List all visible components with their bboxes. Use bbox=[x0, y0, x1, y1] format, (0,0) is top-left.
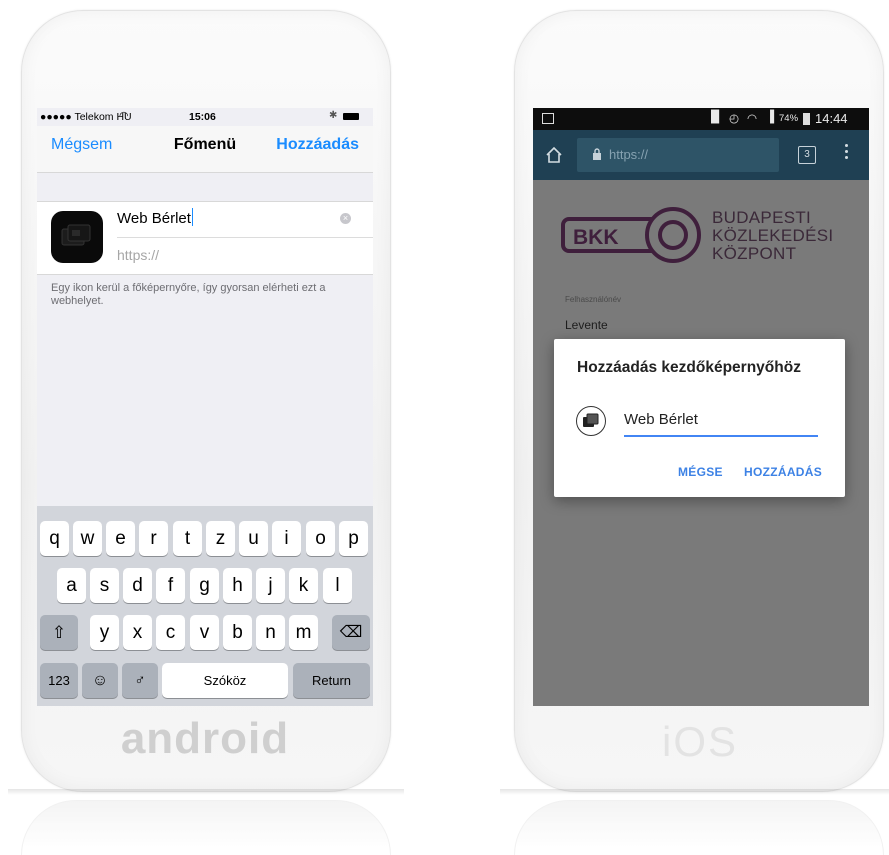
dialog-add-button[interactable]: HOZZÁADÁS bbox=[744, 465, 822, 479]
dialog-title: Hozzáadás kezdőképernyőhöz bbox=[577, 359, 801, 376]
bookmark-name-input[interactable]: Web Bérlet bbox=[117, 208, 194, 227]
input-underline bbox=[624, 435, 818, 437]
app-icon bbox=[51, 211, 103, 263]
help-text: Egy ikon kerül a főképernyőre, így gyors… bbox=[51, 282, 326, 307]
signal-icon: ▐ bbox=[766, 111, 775, 123]
left-phone-reflection bbox=[21, 800, 391, 855]
battery-percent: 74% bbox=[779, 113, 799, 124]
key-h[interactable]: h bbox=[223, 568, 252, 603]
shift-key[interactable]: ⇧ bbox=[40, 615, 78, 650]
emoji-icon: ☺ bbox=[91, 672, 109, 689]
url-field[interactable]: https:// bbox=[117, 247, 159, 263]
key-w[interactable]: w bbox=[73, 521, 102, 556]
vibrate-icon: █ bbox=[711, 111, 720, 123]
key-j[interactable]: j bbox=[256, 568, 285, 603]
alarm-icon: ◴ bbox=[729, 113, 740, 125]
org-line-1: BUDAPESTI bbox=[712, 208, 812, 227]
key-g[interactable]: g bbox=[190, 568, 219, 603]
key-v[interactable]: v bbox=[190, 615, 219, 650]
key-k[interactable]: k bbox=[289, 568, 318, 603]
status-time: 15:06 bbox=[189, 111, 216, 123]
left-phone-shadow bbox=[8, 789, 404, 795]
right-phone-reflection bbox=[514, 800, 884, 855]
key-x[interactable]: x bbox=[123, 615, 152, 650]
key-u[interactable]: u bbox=[239, 521, 268, 556]
right-phone-shadow bbox=[500, 789, 889, 795]
add-button[interactable]: Hozzáadás bbox=[276, 136, 359, 154]
bookmark-card: Web Bérlet × https:// bbox=[37, 201, 373, 275]
overflow-menu-icon[interactable] bbox=[845, 144, 848, 162]
field-divider bbox=[117, 237, 373, 238]
key-m[interactable]: m bbox=[289, 615, 318, 650]
org-name: BUDAPESTI KÖZLEKEDÉSI KÖZPONT bbox=[712, 209, 833, 263]
wifi-icon: ◠ bbox=[119, 110, 129, 122]
key-q[interactable]: q bbox=[40, 521, 69, 556]
shortcut-name-input[interactable]: Web Bérlet bbox=[624, 411, 698, 428]
key-t[interactable]: t bbox=[173, 521, 202, 556]
ios-keyboard: q w e r t z u i o p a s d f g h j k l ⇧ … bbox=[37, 506, 373, 706]
key-a[interactable]: a bbox=[57, 568, 86, 603]
bookmark-name-text: Web Bérlet bbox=[117, 210, 191, 227]
return-key[interactable]: Return bbox=[293, 663, 370, 698]
emoji-key[interactable]: ☺ bbox=[82, 663, 118, 698]
url-bar[interactable]: https:// bbox=[577, 138, 779, 172]
org-line-3: KÖZPONT bbox=[712, 244, 797, 263]
key-i[interactable]: i bbox=[272, 521, 301, 556]
gallery-icon bbox=[542, 113, 554, 124]
add-to-homescreen-dialog: Hozzáadás kezdőképernyőhöz Web Bérlet MÉ… bbox=[554, 339, 845, 497]
bluetooth-icon: ✱ bbox=[329, 110, 338, 121]
key-n[interactable]: n bbox=[256, 615, 285, 650]
battery-icon bbox=[803, 113, 810, 125]
shift-icon: ⇧ bbox=[51, 623, 67, 642]
space-key[interactable]: Szóköz bbox=[162, 663, 288, 698]
text-caret bbox=[191, 208, 194, 226]
battery-icon bbox=[343, 113, 359, 120]
wifi-icon: ◠ bbox=[747, 113, 758, 125]
home-icon[interactable] bbox=[545, 146, 563, 164]
dialog-cancel-button[interactable]: MÉGSE bbox=[678, 465, 723, 479]
lock-icon bbox=[593, 148, 601, 160]
backspace-icon: ⌫ bbox=[339, 624, 363, 641]
android-screen: █ ◴ ◠ ▐ 74% 14:44 https:// 3 BKK BUDAPES… bbox=[533, 108, 869, 706]
tab-switcher-button[interactable]: 3 bbox=[798, 146, 816, 164]
org-line-2: KÖZLEKEDÉSI bbox=[712, 226, 834, 245]
browser-toolbar: https:// 3 bbox=[533, 130, 869, 180]
ios-status-bar: ●●●●● Telekom HU ◠ 15:06 ✱ bbox=[37, 108, 373, 126]
key-o[interactable]: o bbox=[306, 521, 335, 556]
key-c[interactable]: c bbox=[156, 615, 185, 650]
username-label: Felhasználónév bbox=[565, 295, 622, 304]
numbers-key[interactable]: 123 bbox=[40, 663, 78, 698]
key-p[interactable]: p bbox=[339, 521, 368, 556]
status-time: 14:44 bbox=[815, 111, 848, 126]
microphone-key[interactable]: ♂ bbox=[122, 663, 158, 698]
bkk-logo-text: BKK bbox=[573, 226, 619, 249]
shortcut-icon bbox=[576, 406, 606, 436]
key-d[interactable]: d bbox=[123, 568, 152, 603]
key-l[interactable]: l bbox=[323, 568, 352, 603]
android-watermark: android bbox=[120, 714, 290, 763]
key-b[interactable]: b bbox=[223, 615, 252, 650]
key-z[interactable]: z bbox=[206, 521, 235, 556]
clear-icon[interactable]: × bbox=[340, 213, 351, 224]
ticket-icon bbox=[583, 413, 599, 427]
key-e[interactable]: e bbox=[106, 521, 135, 556]
microphone-icon: ♂ bbox=[134, 672, 146, 689]
url-text: https:// bbox=[609, 147, 649, 162]
key-f[interactable]: f bbox=[156, 568, 185, 603]
backspace-key[interactable]: ⌫ bbox=[332, 615, 370, 650]
carrier-label: ●●●●● Telekom HU bbox=[40, 111, 132, 123]
username-field[interactable]: Levente bbox=[565, 318, 608, 332]
key-y[interactable]: y bbox=[90, 615, 119, 650]
ios-nav-bar: Mégsem Főmenü Hozzáadás bbox=[37, 126, 373, 173]
ticket-icon bbox=[61, 224, 91, 246]
key-r[interactable]: r bbox=[139, 521, 168, 556]
android-status-bar: █ ◴ ◠ ▐ 74% 14:44 bbox=[533, 108, 869, 130]
ios-watermark: iOS bbox=[661, 718, 738, 765]
bkk-logo: BKK bbox=[561, 207, 701, 263]
ios-screen: ●●●●● Telekom HU ◠ 15:06 ✱ Mégsem Főmenü… bbox=[37, 108, 373, 706]
key-s[interactable]: s bbox=[90, 568, 119, 603]
